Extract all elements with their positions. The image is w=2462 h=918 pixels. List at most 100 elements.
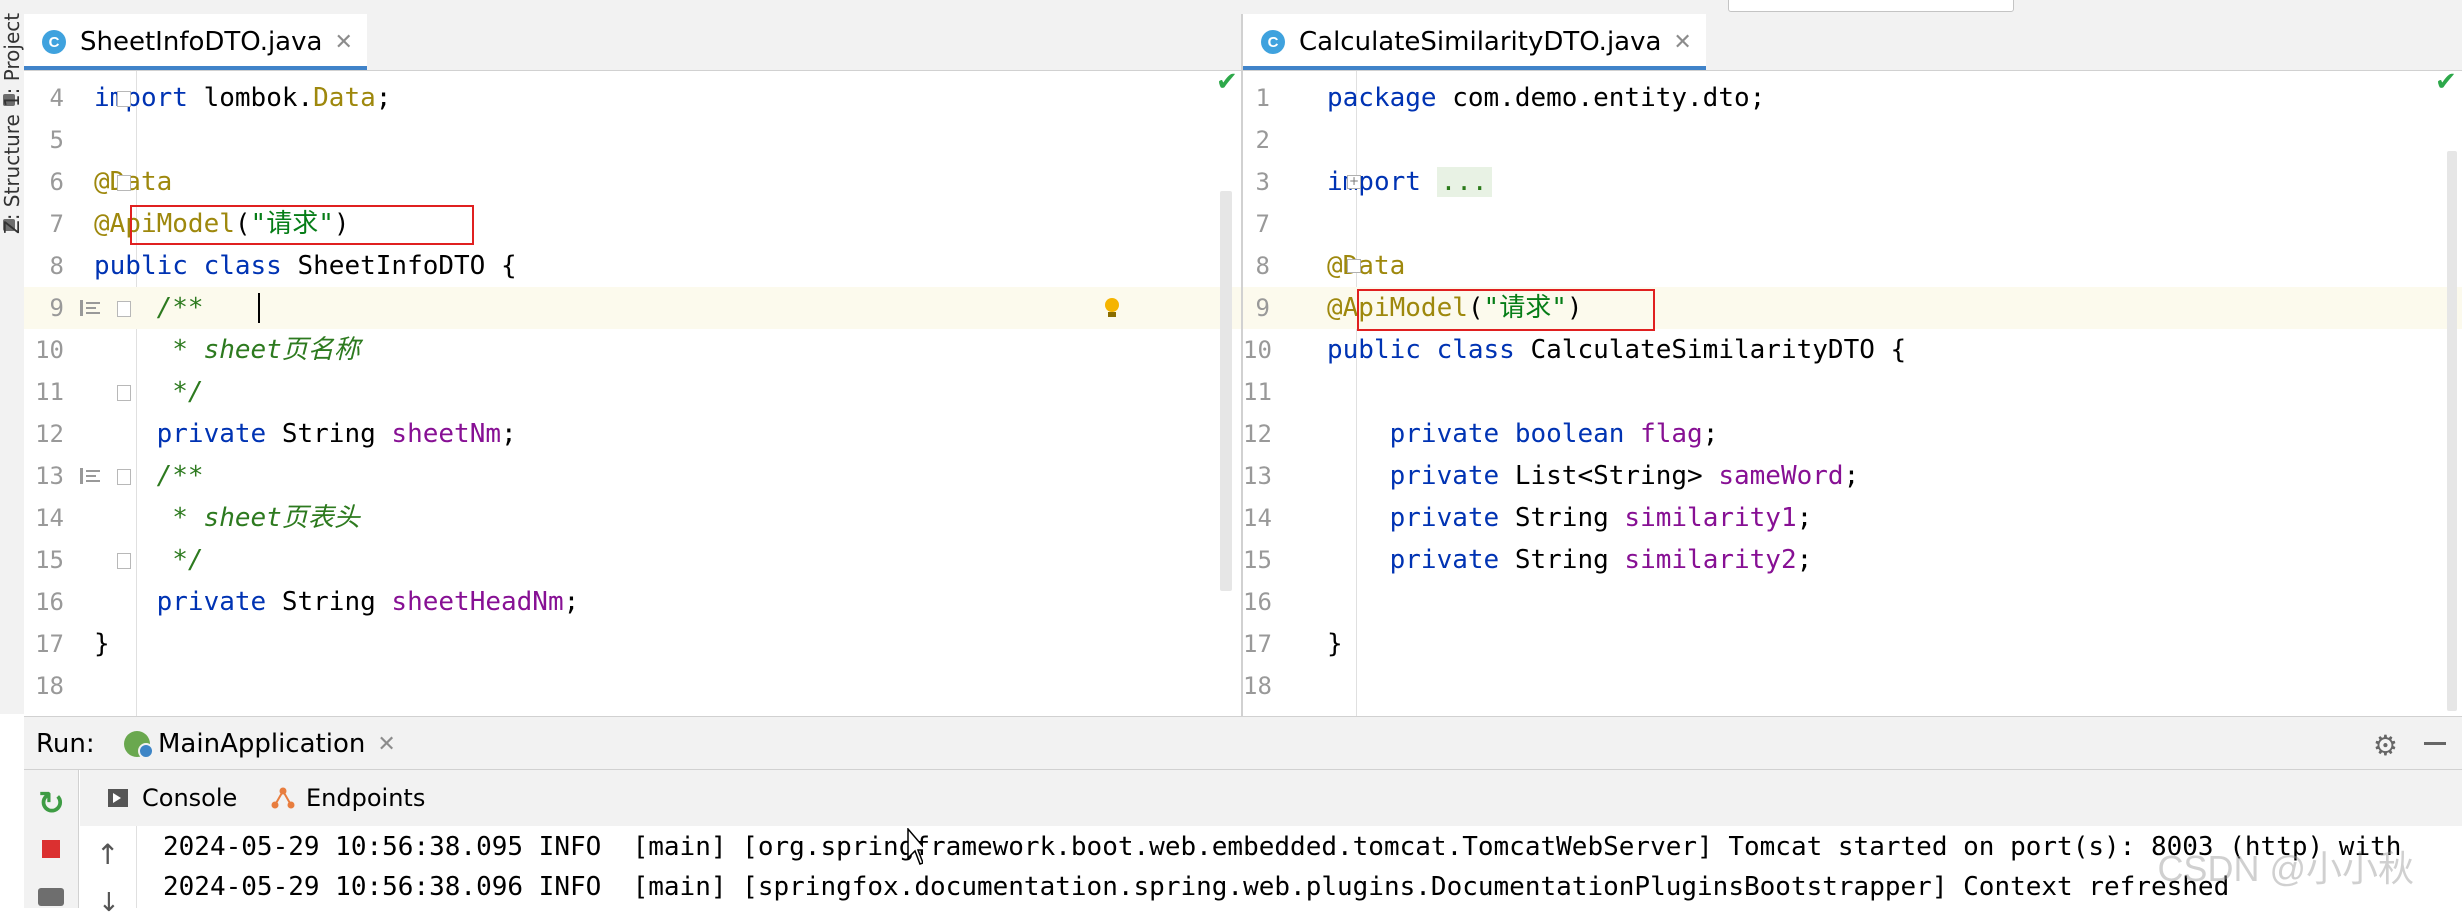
code-token: /**: [94, 293, 204, 323]
close-icon[interactable]: ✕: [334, 30, 352, 55]
code-token: ;: [1702, 419, 1719, 449]
code-line: 11 */: [24, 371, 1241, 413]
code-text: private String sheetNm;: [94, 413, 517, 455]
code-text: package com.demo.entity.dto;: [1327, 77, 1765, 119]
gear-icon[interactable]: ⚙: [2373, 729, 2398, 762]
tab-title: SheetInfoDTO.java: [80, 27, 323, 57]
code-token: flag: [1640, 419, 1703, 449]
lightbulb-icon[interactable]: [1102, 297, 1122, 319]
code-token: ...: [1436, 167, 1492, 197]
doc-comment-icon: [80, 468, 102, 484]
line-number: 12: [1243, 420, 1272, 448]
line-number: 7: [1255, 210, 1270, 238]
code-line: 4 import lombok.Data;: [24, 77, 1241, 119]
tab-console[interactable]: Console: [108, 770, 237, 826]
code-line: 5: [24, 119, 1241, 161]
run-config-selector[interactable]: [1728, 0, 2014, 12]
code-token: import: [94, 83, 188, 113]
code-line: 18: [24, 665, 1241, 707]
left-code-editor[interactable]: 4 import lombok.Data; 5 6 @Data 7 @ApiModel("请…: [24, 67, 1241, 716]
code-token: String: [1499, 545, 1625, 575]
code-token: private: [1327, 461, 1500, 491]
line-number: 13: [1243, 462, 1272, 490]
tab-sheetinfodto[interactable]: C SheetInfoDTO.java ✕: [24, 14, 367, 70]
code-token: (: [234, 209, 251, 239]
code-text: import lombok.Data;: [94, 77, 391, 119]
code-token: String: [266, 419, 392, 449]
line-number: 16: [35, 588, 64, 616]
close-icon[interactable]: ✕: [1673, 30, 1691, 55]
code-line: 16 private String sheetHeadNm;: [24, 581, 1241, 623]
structure-tool-button[interactable]: Z: Structure: [0, 114, 24, 234]
code-token: String: [1499, 503, 1625, 533]
code-line: 2: [1243, 119, 2462, 161]
line-number: 8: [1255, 252, 1270, 280]
code-line: 8 public class SheetInfoDTO {: [24, 245, 1241, 287]
project-tool-button[interactable]: 1: Project: [0, 6, 24, 114]
code-line: 1 package com.demo.entity.dto;: [1243, 77, 2462, 119]
code-token: lombok.: [187, 83, 314, 113]
code-token: /**: [94, 461, 204, 491]
code-token: * sheet页表头: [94, 503, 360, 533]
run-tab-mainapplication[interactable]: MainApplication ✕: [124, 717, 396, 771]
code-line: 6 @Data: [24, 161, 1241, 203]
active-tab-indicator: [1243, 66, 1706, 70]
code-text: private String similarity2;: [1327, 539, 1813, 581]
code-token: String: [266, 587, 392, 617]
code-text: /**: [94, 287, 204, 329]
close-icon[interactable]: ✕: [377, 732, 395, 757]
stop-icon[interactable]: [42, 840, 60, 858]
code-line: 9 /**: [24, 287, 1241, 329]
code-line: 12 private boolean flag;: [1243, 413, 2462, 455]
line-number: 15: [35, 546, 64, 574]
right-editor-tabbar: C CalculateSimilarityDTO.java ✕: [1243, 14, 2462, 71]
run-subtabs: Console Endpoints: [80, 770, 2462, 827]
code-text: }: [1327, 623, 1343, 665]
line-number: 18: [35, 672, 64, 700]
line-number: 14: [35, 504, 64, 532]
code-token: * sheet页名称: [94, 335, 360, 365]
code-line: 12 private String sheetNm;: [24, 413, 1241, 455]
code-text: @Data: [94, 161, 172, 203]
code-line: 10 * sheet页名称: [24, 329, 1241, 371]
code-text: public class CalculateSimilarityDTO {: [1327, 329, 1906, 371]
right-code-editor[interactable]: 1 package com.demo.entity.dto; 2 3 import ..…: [1243, 67, 2462, 716]
code-token: ;: [1843, 461, 1860, 491]
code-text: /**: [94, 455, 204, 497]
rerun-icon[interactable]: ↻: [38, 784, 65, 822]
tab-endpoints[interactable]: Endpoints: [270, 770, 425, 826]
line-number: 11: [35, 378, 64, 406]
tab-console-label: Console: [142, 784, 238, 812]
line-number: 6: [49, 168, 64, 196]
inspection-ok-icon: ✔: [2435, 67, 2457, 97]
camera-icon[interactable]: [38, 888, 64, 906]
code-token: List<String>: [1499, 461, 1719, 491]
watermark: CSDN @小小秋: [2157, 848, 2414, 889]
code-token: ;: [563, 587, 580, 617]
code-token: Data: [313, 83, 376, 113]
line-number: 5: [49, 126, 64, 154]
code-text: private boolean flag;: [1327, 413, 1719, 455]
main-toolbar-strip: [0, 0, 2462, 15]
code-token: private: [94, 419, 267, 449]
scroll-down-icon[interactable]: ↓: [98, 888, 120, 918]
tab-calculatesimilaritydto[interactable]: C CalculateSimilarityDTO.java ✕: [1243, 14, 1706, 70]
run-side-toolbar: ↻: [24, 770, 79, 908]
right-editor-pane: C CalculateSimilarityDTO.java ✕ 1 package…: [1243, 14, 2462, 716]
code-line: 14 private String similarity1;: [1243, 497, 2462, 539]
code-text: @ApiModel("请求"): [1327, 287, 1583, 329]
console-output[interactable]: 2024-05-29 10:56:38.095 INFO [main] [org…: [137, 826, 2462, 908]
tab-endpoints-label: Endpoints: [306, 784, 426, 812]
scroll-up-icon[interactable]: ↑: [96, 838, 119, 871]
endpoints-icon: [271, 787, 295, 809]
code-text: private List<String> sameWord;: [1327, 455, 1860, 497]
code-line: 17}: [24, 623, 1241, 665]
minimize-icon[interactable]: [2424, 742, 2446, 745]
left-editor-tabbar: C SheetInfoDTO.java ✕: [24, 14, 1241, 71]
code-line: 13 /**: [24, 455, 1241, 497]
line-number: 18: [1243, 672, 1272, 700]
run-config-name: MainApplication: [158, 729, 366, 759]
vertical-scrollbar: [2447, 151, 2457, 711]
code-token: sheetNm: [391, 419, 501, 449]
line-number: 4: [49, 84, 64, 112]
